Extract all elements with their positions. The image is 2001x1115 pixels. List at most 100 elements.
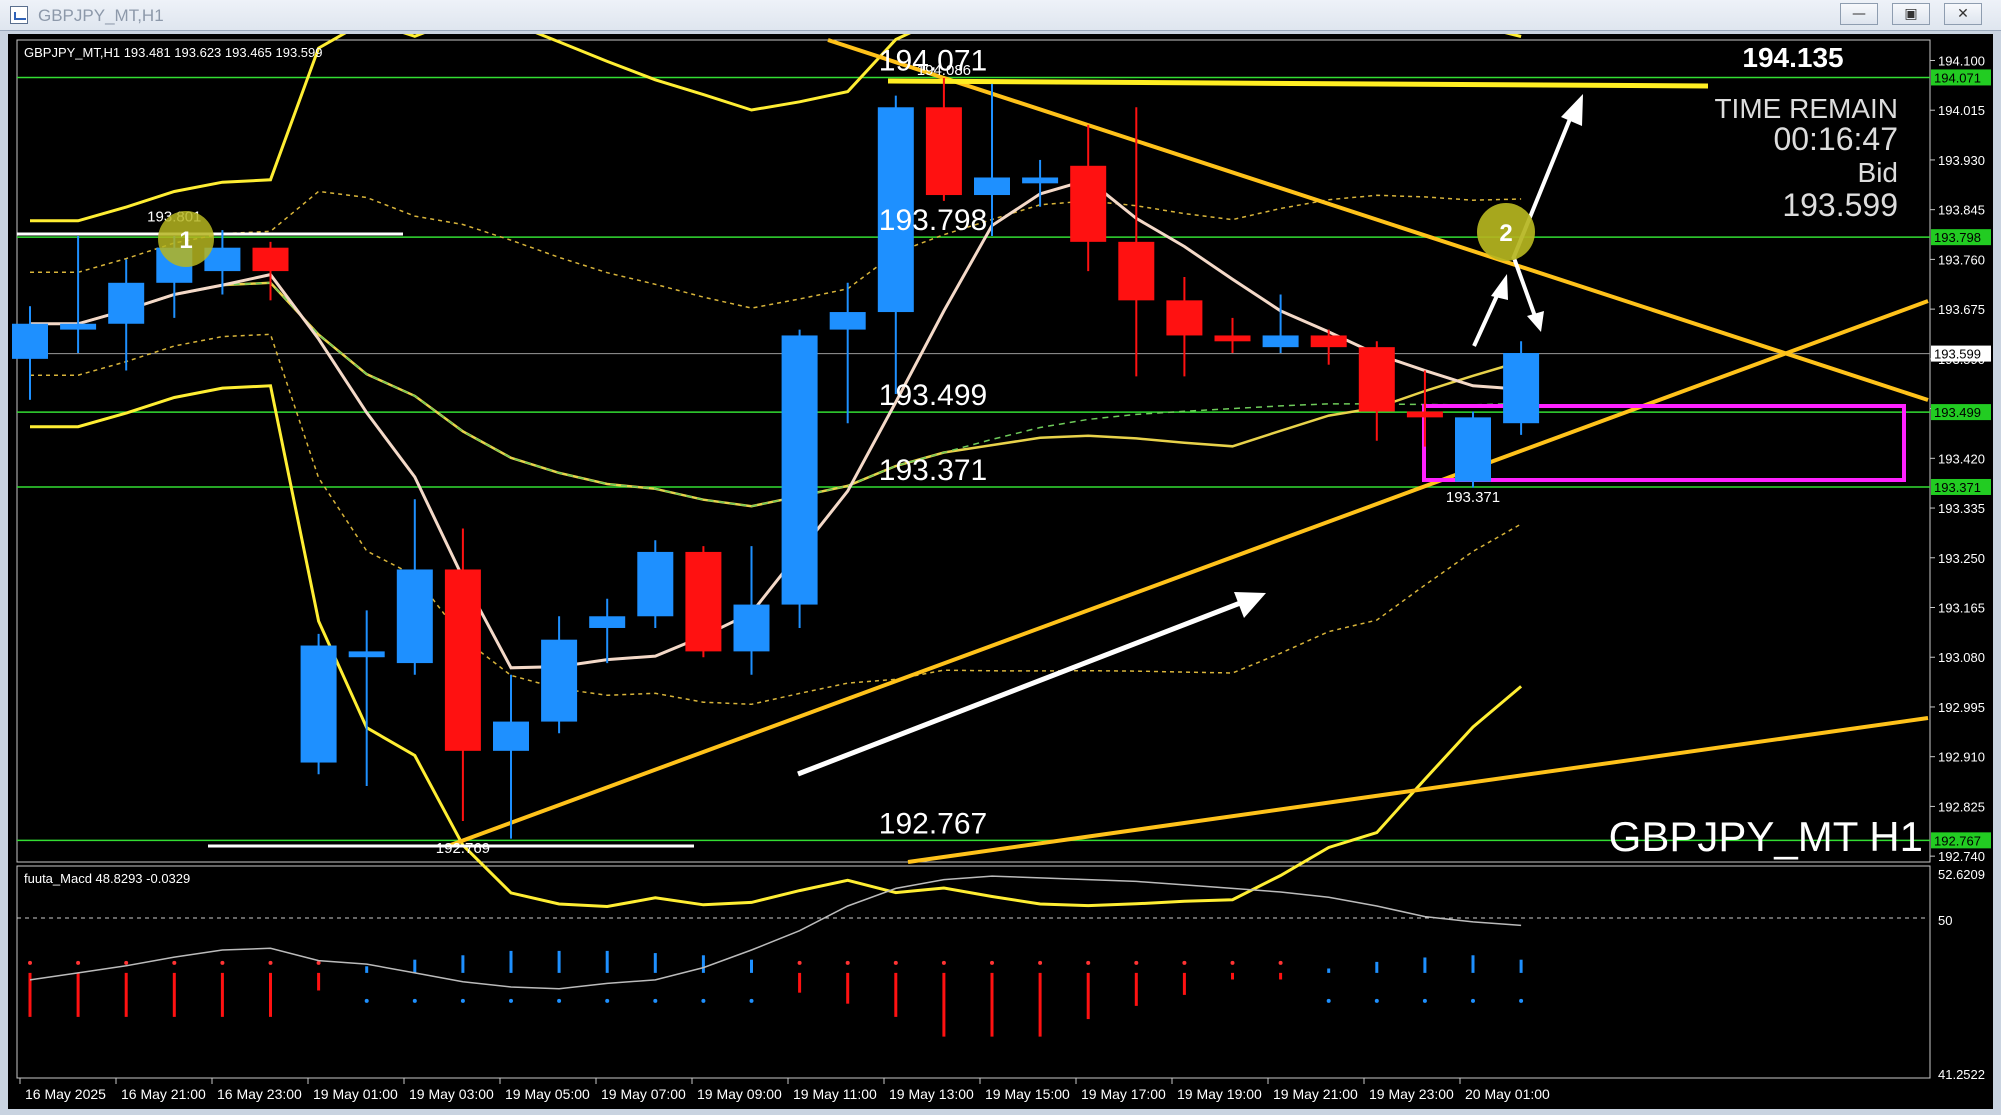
candle[interactable] <box>781 329 818 628</box>
time-tick-label: 19 May 23:00 <box>1369 1086 1454 1102</box>
macd-dot <box>28 960 32 965</box>
macd-dot <box>509 998 513 1003</box>
time-tick-label: 19 May 05:00 <box>505 1086 590 1102</box>
minimize-button[interactable]: — <box>1840 3 1878 25</box>
candle-body <box>541 639 578 722</box>
macd-dot <box>1519 998 1524 1003</box>
macd-dot <box>460 998 465 1003</box>
time-tick-label: 16 May 2025 <box>25 1086 106 1102</box>
indicator-header: fuuta_Macd 48.8293 -0.0329 <box>24 871 190 886</box>
time-tick-label: 19 May 13:00 <box>889 1086 974 1102</box>
bid-value: 193.599 <box>1782 187 1898 223</box>
time-tick-label: 19 May 17:00 <box>1081 1086 1166 1102</box>
time-tick-label: 16 May 23:00 <box>217 1086 302 1102</box>
terminal-window: GBPJPY_MT,H1 — ▣ ✕ 193.801193.371192.76 <box>0 0 2001 1115</box>
time-tick-label: 19 May 11:00 <box>793 1086 877 1102</box>
macd-dot <box>220 960 225 965</box>
candle-body <box>60 323 97 330</box>
macd-dot <box>124 960 129 965</box>
price-tick-label: 192.910 <box>1938 750 1985 765</box>
close-button[interactable]: ✕ <box>1944 3 1982 25</box>
marker-1[interactable]: 1 <box>158 211 214 267</box>
candle-body <box>1310 335 1347 348</box>
window-titlebar[interactable]: GBPJPY_MT,H1 — ▣ ✕ <box>0 0 2001 31</box>
candle-body <box>1166 300 1203 336</box>
macd-dot <box>797 960 802 965</box>
macd-dot <box>941 960 946 965</box>
time-remain-value: 00:16:47 <box>1773 121 1898 157</box>
candle-body <box>1262 335 1299 348</box>
candle[interactable] <box>1455 411 1491 488</box>
indicator-axis-label: 52.6209 <box>1938 867 1985 882</box>
symbol-watermark: GBPJPY_MT H1 <box>1609 813 1923 860</box>
macd-dot <box>1134 960 1139 965</box>
price-tick-label: 192.740 <box>1938 849 1985 864</box>
big-price: 194.135 <box>1742 42 1843 73</box>
swing-point-label: 193.371 <box>1446 489 1500 506</box>
candle-body <box>12 323 48 359</box>
time-remain-label: TIME REMAIN <box>1714 93 1898 124</box>
candle-body <box>829 312 866 330</box>
price-chart[interactable]: 193.801193.371192.769194.086 194.071193.… <box>8 34 1993 1109</box>
time-tick-label: 19 May 09:00 <box>697 1086 782 1102</box>
candle-body <box>396 569 433 664</box>
candle[interactable] <box>637 540 674 628</box>
level-label: 194.071 <box>879 44 987 77</box>
macd-dot <box>76 960 81 965</box>
candle-body <box>1358 347 1395 412</box>
level-price-tag-label: 193.371 <box>1934 480 1981 495</box>
macd-dot <box>1422 998 1427 1003</box>
chart-client-area[interactable]: 193.801193.371192.769194.086 194.071193.… <box>8 34 1993 1109</box>
chart-header: GBPJPY_MT,H1 193.481 193.623 193.465 193… <box>24 45 323 60</box>
indicator-axis-label: 50 <box>1938 913 1952 928</box>
time-tick-label: 20 May 01:00 <box>1465 1086 1550 1102</box>
maximize-button[interactable]: ▣ <box>1892 3 1930 25</box>
candle[interactable] <box>1503 341 1540 435</box>
macd-dot <box>1278 960 1283 965</box>
candle-body <box>589 616 626 628</box>
macd-dot <box>1182 960 1187 965</box>
candle[interactable] <box>300 633 337 775</box>
time-tick-label: 19 May 03:00 <box>409 1086 494 1102</box>
candle-body <box>733 604 770 652</box>
macd-dot <box>1230 960 1235 965</box>
price-tick-label: 193.845 <box>1938 203 1985 218</box>
macd-dot <box>605 998 610 1003</box>
macd-dot <box>1471 998 1475 1003</box>
candle-body <box>1455 417 1491 482</box>
macd-dot <box>268 960 273 965</box>
marker-1-label: 1 <box>179 227 192 254</box>
candle-body <box>1503 353 1540 424</box>
candle-body <box>1406 411 1443 418</box>
time-tick-label: 16 May 21:00 <box>121 1086 206 1102</box>
level-price-tag-label: 194.071 <box>1934 70 1981 85</box>
macd-dot <box>845 960 850 965</box>
price-tick-label: 193.080 <box>1938 650 1985 665</box>
candle-body <box>300 645 337 763</box>
candle-body <box>637 551 674 617</box>
price-tick-label: 193.930 <box>1938 153 1985 168</box>
candle-body <box>1214 335 1251 342</box>
candle-body <box>781 335 818 605</box>
chart-app-icon <box>10 6 28 24</box>
candle-body <box>1118 241 1155 301</box>
time-tick-label: 19 May 19:00 <box>1177 1086 1262 1102</box>
macd-dot <box>653 998 658 1003</box>
candle-body <box>1070 165 1107 242</box>
macd-dot <box>749 998 754 1003</box>
macd-dot <box>1326 998 1331 1003</box>
macd-dot <box>893 960 898 965</box>
time-tick-label: 19 May 21:00 <box>1273 1086 1358 1102</box>
price-tick-label: 192.825 <box>1938 799 1985 814</box>
macd-dot <box>990 960 994 965</box>
candle-body <box>348 651 385 658</box>
candle-body <box>1022 177 1059 184</box>
price-tick-label: 194.100 <box>1938 53 1985 68</box>
current-price-tag-label: 193.599 <box>1934 347 1981 362</box>
candle-body <box>685 551 722 652</box>
macd-dot <box>557 998 562 1003</box>
level-price-tag-label: 193.499 <box>1934 405 1981 420</box>
macd-dot <box>364 998 369 1003</box>
marker-2[interactable]: 2 <box>1477 203 1535 261</box>
candle[interactable] <box>685 546 722 658</box>
